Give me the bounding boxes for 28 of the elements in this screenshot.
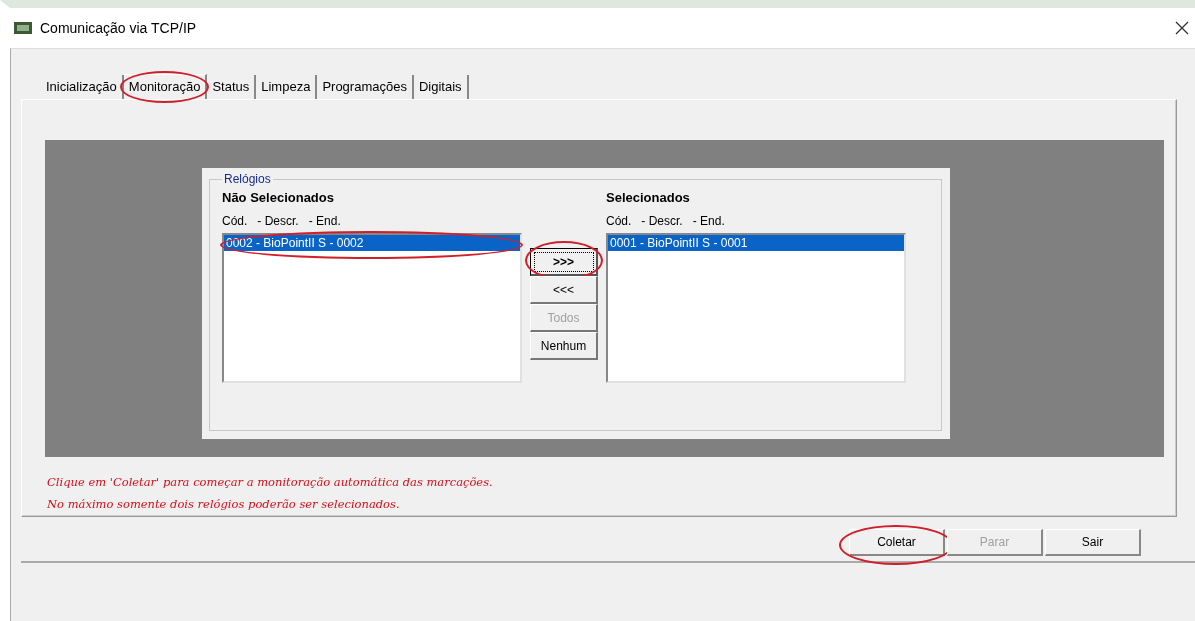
column-label: Cód. — [606, 214, 632, 228]
tab[interactable]: Limpeza — [256, 75, 318, 99]
tab[interactable]: Status — [207, 75, 257, 99]
list-item[interactable]: 0002 - BioPointII S - 0002 — [224, 235, 520, 251]
column-label: - Descr. — [641, 214, 683, 228]
list-box[interactable]: 0001 - BioPointII S - 0001 — [606, 233, 906, 383]
column-label: - End. — [308, 214, 341, 228]
close-icon[interactable] — [1175, 21, 1189, 35]
window-icon — [14, 22, 32, 34]
list-item[interactable]: 0001 - BioPointII S - 0001 — [608, 235, 904, 251]
tab[interactable]: Digitais — [413, 75, 469, 99]
transfer-button[interactable]: >>> — [530, 248, 598, 276]
window-title: Comunicação via TCP/IP — [40, 20, 197, 36]
group-title: Relógios — [223, 172, 272, 186]
tab[interactable]: Programações — [317, 75, 414, 99]
hint-message: Clique em 'Coletar' para começar a monitoração automática das marcações. — [47, 474, 494, 491]
list-box[interactable]: 0002 - BioPointII S - 0002 — [222, 233, 522, 383]
column-label: - Descr. — [257, 214, 299, 228]
tab[interactable]: Monitoração — [123, 74, 208, 99]
list-heading: Selecionados — [606, 190, 691, 205]
action-button[interactable]: Sair — [1045, 529, 1141, 556]
action-button[interactable]: Coletar — [849, 529, 945, 556]
list-heading: Não Selecionados — [222, 190, 335, 205]
transfer-button[interactable]: Nenhum — [530, 332, 598, 360]
hint-message: No máximo somente dois relógios poderão ser selecionados. — [47, 496, 401, 513]
column-label: - End. — [692, 214, 725, 228]
transfer-button[interactable]: <<< — [530, 276, 598, 304]
column-label: Cód. — [222, 214, 248, 228]
